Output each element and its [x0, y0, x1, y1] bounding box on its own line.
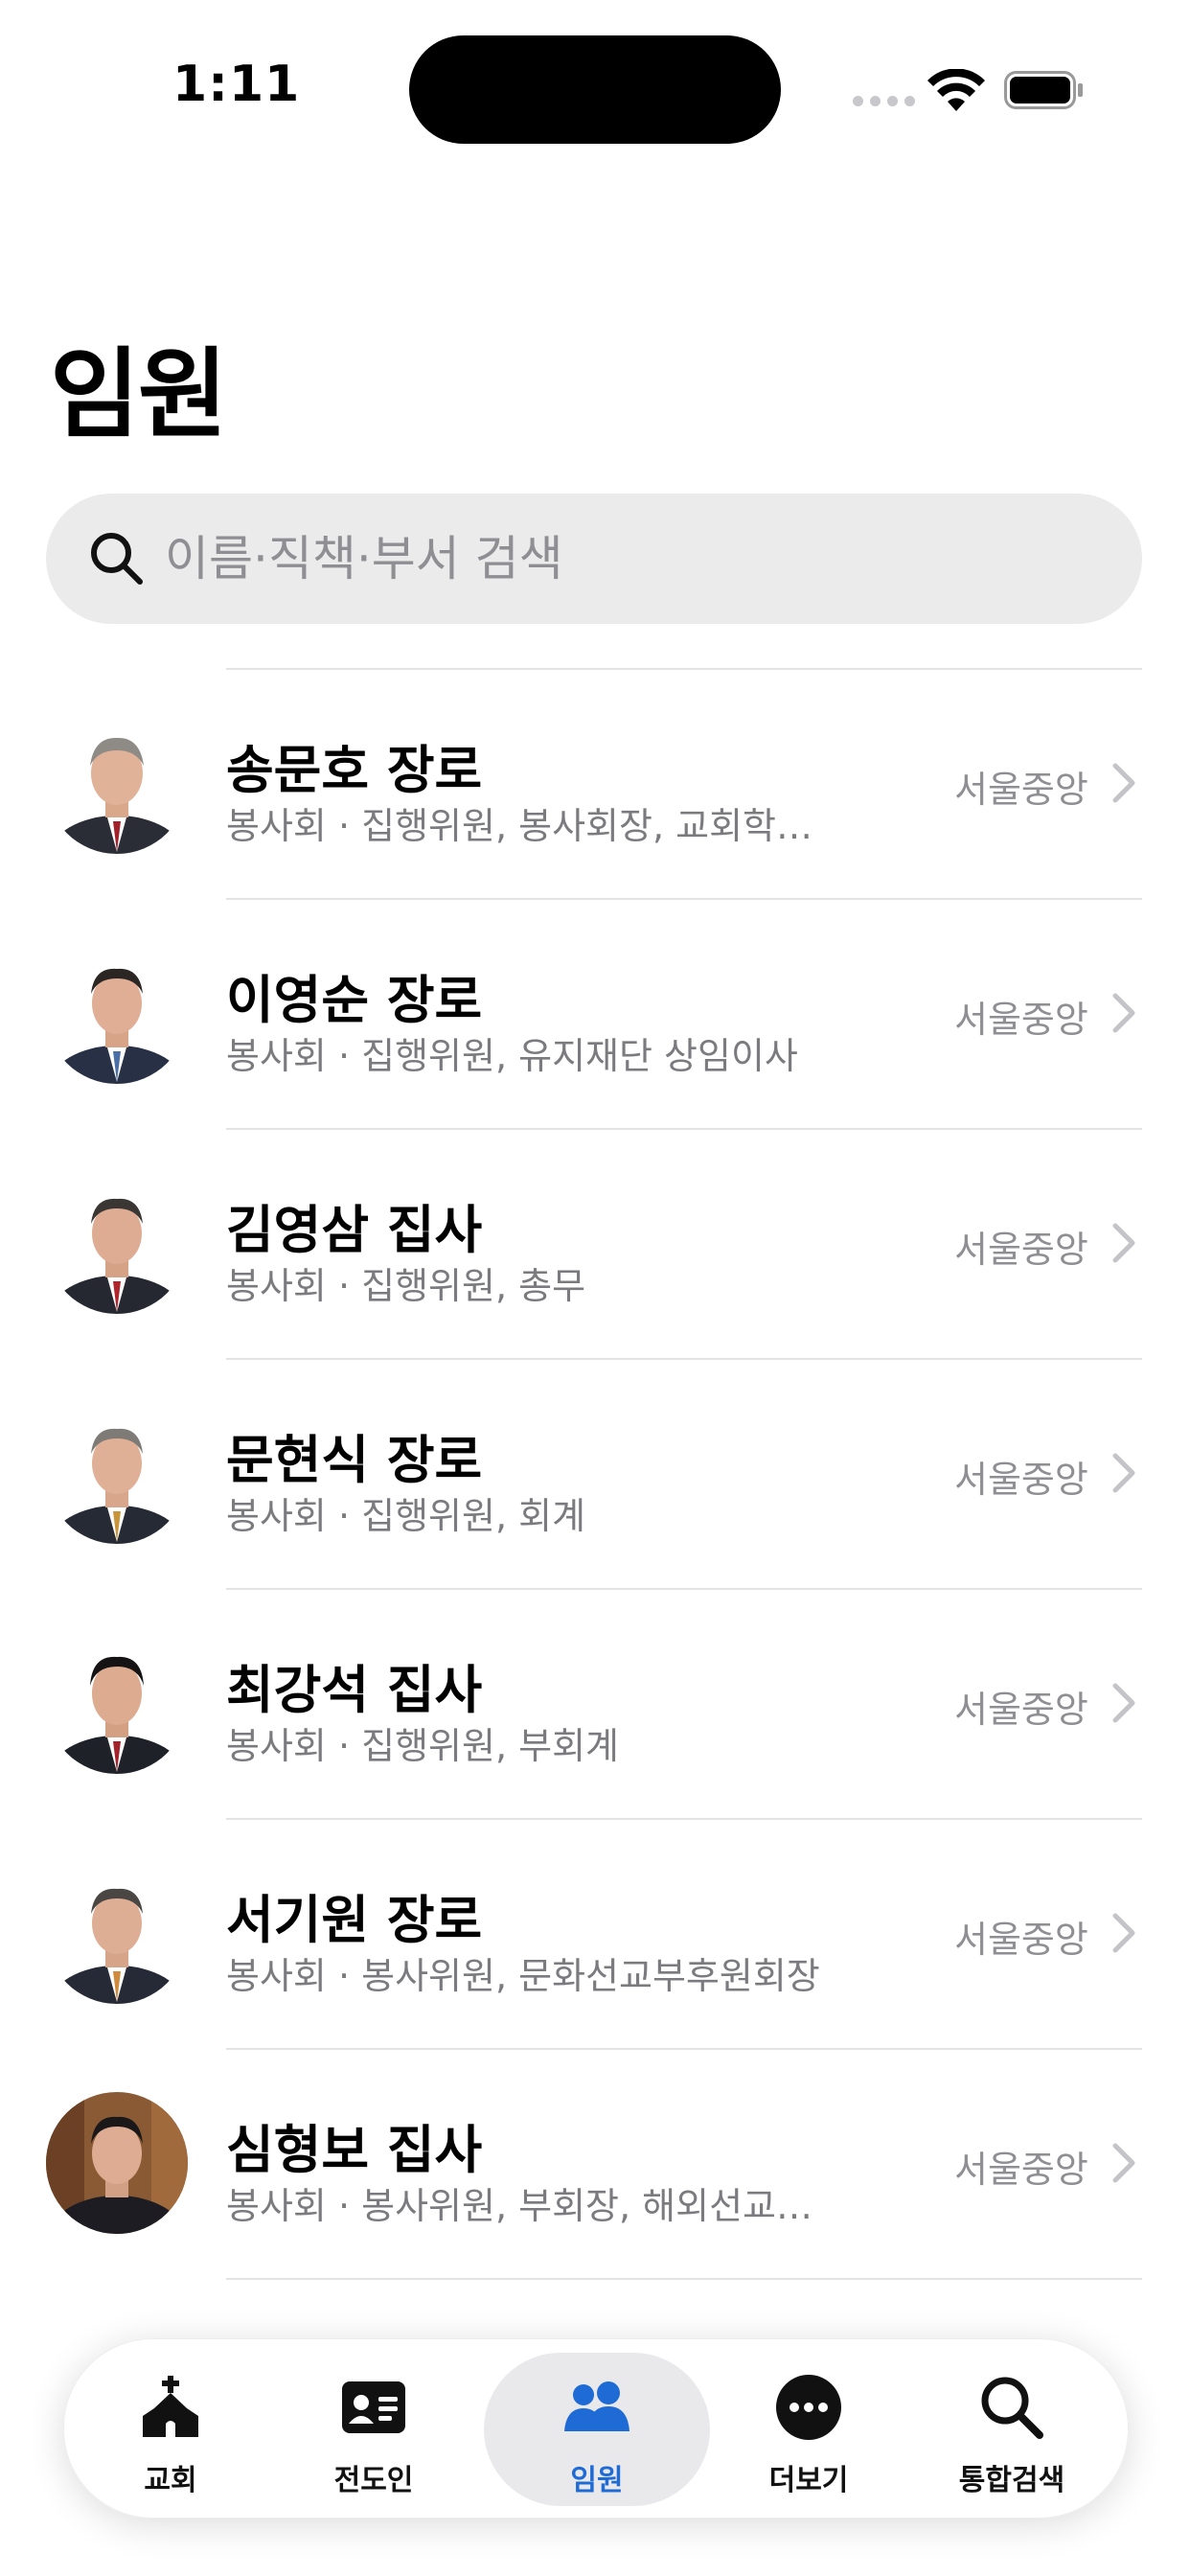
member-region: 서울중앙	[954, 769, 1088, 811]
search-bar[interactable]	[46, 494, 1142, 624]
member-row[interactable]: 김영삼 집사 봉사회 · 집행위원, 총무 서울중앙	[0, 1128, 1190, 1358]
chevron-right-icon	[1112, 1223, 1135, 1263]
wifi-icon	[927, 69, 985, 111]
id-card-icon	[342, 2381, 405, 2433]
tab-evangelist[interactable]: 전도인	[267, 2339, 480, 2518]
member-row[interactable]: 최강석 집사 봉사회 · 집행위원, 부회계 서울중앙	[0, 1588, 1190, 1818]
member-region: 서울중앙	[954, 1919, 1088, 1961]
tab-church[interactable]: 교회	[64, 2339, 277, 2518]
member-avatar	[46, 712, 188, 854]
chevron-right-icon	[1112, 763, 1135, 803]
status-bar: 1:11	[0, 0, 1190, 144]
dynamic-island	[409, 35, 781, 144]
member-role: 봉사회 · 집행위원, 봉사회장, 교회학교…	[226, 805, 839, 847]
row-separator	[226, 2278, 1142, 2280]
member-region: 서울중앙	[954, 999, 1088, 1041]
search-icon	[981, 2377, 1043, 2439]
member-avatar	[46, 1172, 188, 1314]
member-role: 봉사회 · 집행위원, 회계	[226, 1495, 586, 1537]
tab-officers[interactable]: 임원	[484, 2339, 710, 2518]
tab-integrated-search[interactable]: 통합검색	[905, 2339, 1118, 2518]
tab-label: 교회	[144, 2464, 197, 2497]
chevron-right-icon	[1112, 1453, 1135, 1493]
chevron-right-icon	[1112, 2143, 1135, 2183]
member-name: 최강석 집사	[226, 1660, 483, 1720]
member-avatar	[46, 1402, 188, 1544]
member-region: 서울중앙	[954, 1229, 1088, 1271]
member-avatar	[46, 1632, 188, 1774]
member-role: 봉사회 · 봉사위원, 부회장, 해외선교담당	[226, 2185, 839, 2227]
church-icon	[143, 2376, 198, 2437]
member-role: 봉사회 · 집행위원, 유지재단 상임이사	[226, 1035, 798, 1077]
member-name: 이영순 장로	[226, 970, 483, 1030]
chevron-right-icon	[1112, 993, 1135, 1033]
more-icon	[776, 2375, 841, 2440]
member-row[interactable]: 송문호 장로 봉사회 · 집행위원, 봉사회장, 교회학교… 서울중앙	[0, 668, 1190, 898]
member-row[interactable]: 이영순 장로 봉사회 · 집행위원, 유지재단 상임이사 서울중앙	[0, 898, 1190, 1128]
member-row[interactable]: 서기원 장로 봉사회 · 봉사위원, 문화선교부후원회장 서울중앙	[0, 1818, 1190, 2048]
tab-label: 더보기	[768, 2464, 849, 2497]
member-role: 봉사회 · 봉사위원, 문화선교부후원회장	[226, 1955, 820, 1997]
search-icon	[91, 533, 143, 585]
member-region: 서울중앙	[954, 1689, 1088, 1731]
member-avatar	[46, 2092, 188, 2234]
search-input[interactable]	[165, 517, 1104, 601]
page-title: 임원	[50, 338, 228, 452]
tab-label: 임원	[570, 2464, 624, 2497]
cellular-signal-icon	[853, 96, 915, 106]
member-role: 봉사회 · 집행위원, 부회계	[226, 1725, 619, 1767]
people-icon	[564, 2381, 629, 2431]
member-role: 봉사회 · 집행위원, 총무	[226, 1265, 586, 1307]
tab-label: 전도인	[333, 2464, 414, 2497]
member-name: 서기원 장로	[226, 1890, 483, 1950]
member-name: 김영삼 집사	[226, 1200, 483, 1260]
status-time: 1:11	[172, 56, 301, 113]
battery-icon	[1004, 71, 1083, 109]
tab-label: 통합검색	[958, 2464, 1065, 2497]
member-region: 서울중앙	[954, 1459, 1088, 1501]
member-name: 문현식 장로	[226, 1430, 483, 1490]
chevron-right-icon	[1112, 1683, 1135, 1723]
tab-bar: 교회 전도인 임원 더보기 통합검색	[63, 2338, 1129, 2518]
member-region: 서울중앙	[954, 2149, 1088, 2191]
chevron-right-icon	[1112, 1913, 1135, 1953]
member-avatar	[46, 942, 188, 1084]
member-avatar	[46, 1862, 188, 2004]
member-name: 심형보 집사	[226, 2120, 483, 2180]
tab-more[interactable]: 더보기	[702, 2339, 915, 2518]
member-name: 송문호 장로	[226, 740, 483, 800]
member-row[interactable]: 심형보 집사 봉사회 · 봉사위원, 부회장, 해외선교담당 서울중앙	[0, 2048, 1190, 2278]
member-row[interactable]: 문현식 장로 봉사회 · 집행위원, 회계 서울중앙	[0, 1358, 1190, 1588]
